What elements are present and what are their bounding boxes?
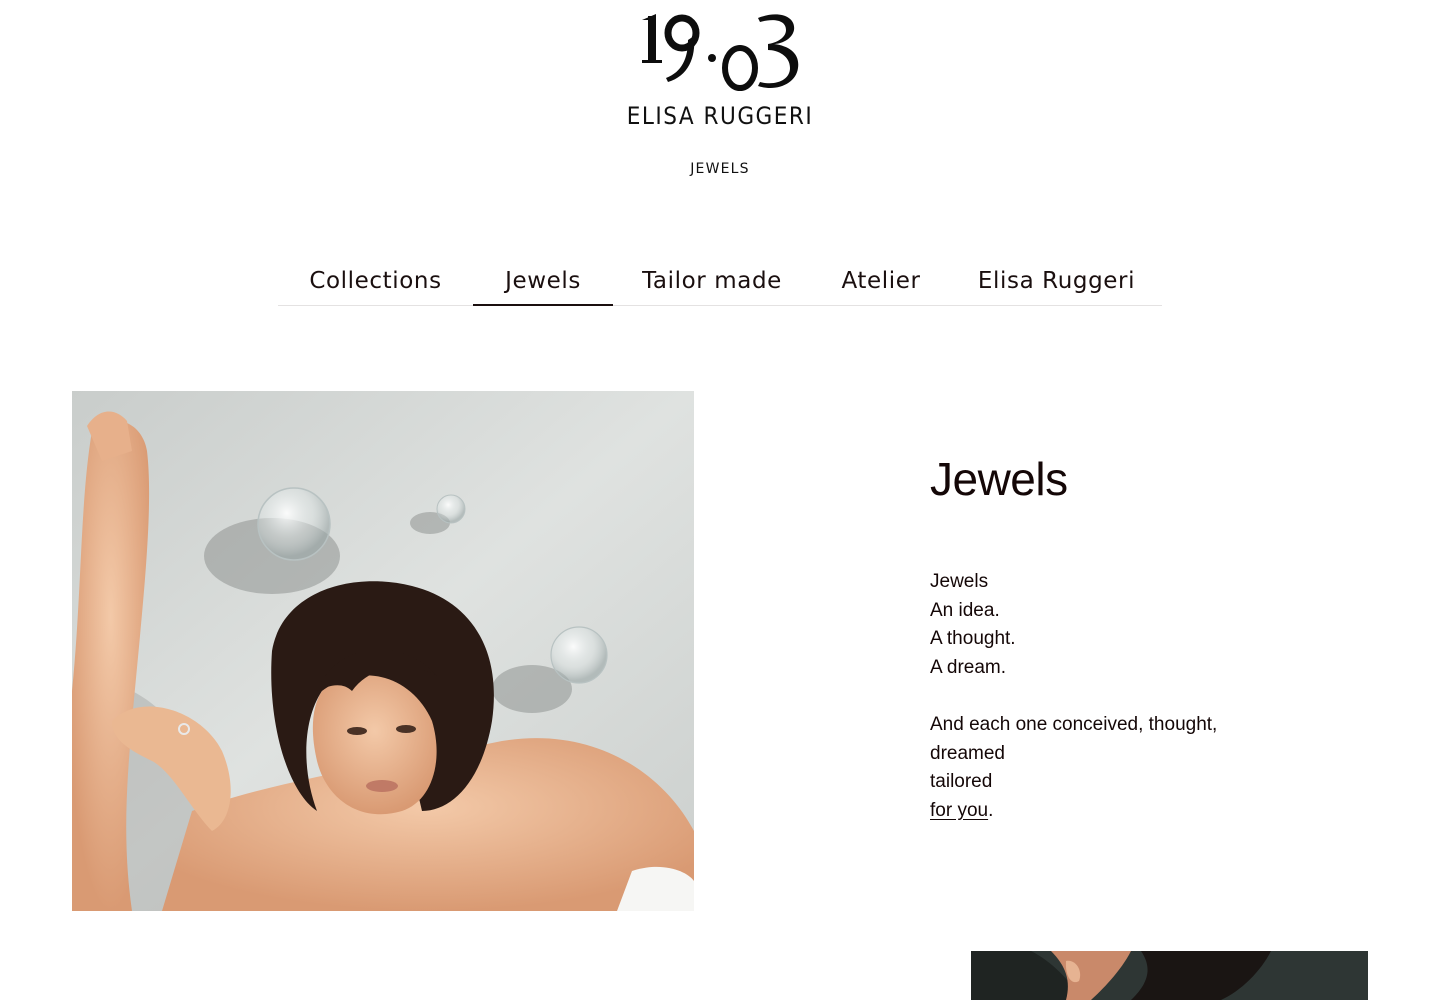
text-line: tailored	[930, 771, 993, 793]
text-line: Jewels	[930, 571, 989, 592]
for-you-link[interactable]: for you	[930, 800, 988, 821]
secondary-photo-image	[971, 951, 1368, 1000]
logo-mark-icon	[642, 14, 799, 91]
nav-item-atelier[interactable]: Atelier	[811, 262, 951, 305]
nav-item-jewels[interactable]: Jewels	[473, 262, 613, 306]
text-line: A thought.	[930, 628, 1016, 650]
intro-text: Jewels An idea. A thought. A dream. And …	[930, 568, 1260, 825]
period: .	[988, 799, 994, 821]
text-line-last: for you.	[930, 797, 1260, 826]
nav-item-collections[interactable]: Collections	[278, 262, 473, 305]
page: ELISA RUGGERI JEWELS Collections Jewels …	[0, 0, 1440, 1000]
text-line: A dream.	[930, 656, 1007, 678]
page-title: Jewels	[930, 453, 1068, 505]
secondary-photo	[971, 951, 1368, 1000]
hero-photo-image	[72, 391, 694, 911]
hero-photo	[72, 391, 694, 911]
text-line: And each one conceived, thought,	[930, 713, 1218, 735]
nav-item-tailor-made[interactable]: Tailor made	[613, 262, 811, 305]
text-line: dreamed	[930, 742, 1005, 764]
brand-name: ELISA RUGGERI	[626, 102, 814, 130]
logo-19-03[interactable]	[630, 6, 810, 98]
text-line: An idea.	[930, 599, 1000, 621]
section-label: JEWELS	[690, 161, 750, 177]
nav-item-elisa-ruggeri[interactable]: Elisa Ruggeri	[951, 262, 1162, 305]
main-nav: Collections Jewels Tailor made Atelier E…	[278, 262, 1162, 306]
